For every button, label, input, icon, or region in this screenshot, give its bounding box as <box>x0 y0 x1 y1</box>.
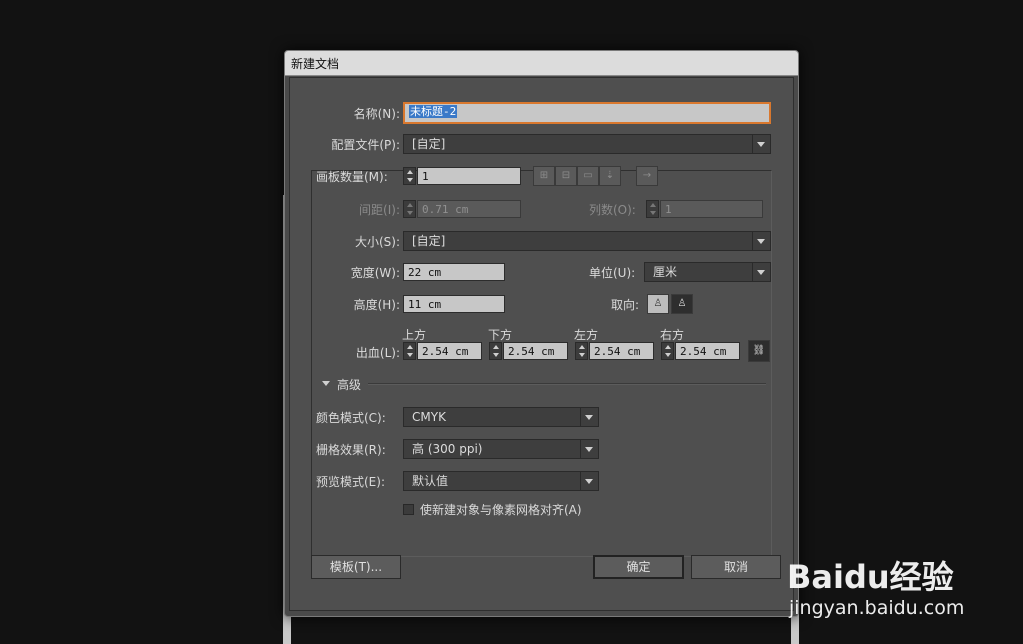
size-select[interactable]: [自定] <box>403 231 771 251</box>
portrait-orientation-icon[interactable]: ♙ <box>647 294 669 314</box>
columns-label: 列数(O): <box>589 203 636 217</box>
bleed-left-stepper[interactable] <box>575 342 588 360</box>
name-input[interactable]: 未标题-2 <box>403 102 771 124</box>
grid-by-column-icon[interactable]: ⊟ <box>555 166 577 186</box>
dialog-title: 新建文档 <box>291 57 340 71</box>
spacing-label: 间距(I): <box>359 203 400 217</box>
bleed-bottom-input[interactable]: 2.54 cm <box>503 342 568 360</box>
bleed-label: 出血(L): <box>355 346 400 360</box>
preview-mode-value: 默认值 <box>412 474 449 488</box>
size-select-value: [自定] <box>412 234 446 248</box>
advanced-section-title[interactable]: 高级 <box>337 376 361 393</box>
artboards-input[interactable]: 1 <box>417 167 521 185</box>
preview-mode-label: 预览模式(E): <box>316 475 385 489</box>
template-button[interactable]: 模板(T)... <box>311 555 401 579</box>
artboards-stepper[interactable] <box>403 167 416 185</box>
color-mode-select[interactable]: CMYK <box>403 407 599 427</box>
preview-mode-select[interactable]: 默认值 <box>403 471 599 491</box>
raster-effects-select[interactable]: 高 (300 ppi) <box>403 439 599 459</box>
height-label: 高度(H): <box>353 298 400 312</box>
baidu-jingyan-logo: Baidu经验 <box>787 558 954 596</box>
chevron-down-icon <box>580 408 598 426</box>
bleed-right-label: 右方 <box>660 328 685 342</box>
chevron-down-icon <box>752 232 770 250</box>
bleed-top-stepper[interactable] <box>403 342 416 360</box>
ok-button[interactable]: 确定 <box>593 555 684 579</box>
arrange-by-row-icon[interactable]: ▭ <box>577 166 599 186</box>
arrange-by-column-icon[interactable]: ⇣ <box>599 166 621 186</box>
units-select[interactable]: 厘米 <box>644 262 771 282</box>
profile-select-value: [自定] <box>412 137 446 151</box>
chevron-down-icon <box>580 440 598 458</box>
bleed-top-input[interactable]: 2.54 cm <box>417 342 482 360</box>
units-label: 单位(U): <box>589 266 636 280</box>
advanced-divider <box>368 383 766 385</box>
new-document-dialog: 新建文档 名称(N): 未标题-2 配置文件(P): [自定] 画板数量(M):… <box>284 50 799 617</box>
bleed-left-input[interactable]: 2.54 cm <box>589 342 654 360</box>
name-input-value: 未标题-2 <box>409 105 458 118</box>
dialog-body: 名称(N): 未标题-2 配置文件(P): [自定] 画板数量(M): 1 ⊞ … <box>289 77 794 611</box>
bleed-top-label: 上方 <box>402 328 427 342</box>
landscape-orientation-icon[interactable]: ♙ <box>671 294 693 314</box>
columns-input[interactable]: 1 <box>660 200 763 218</box>
bleed-left-label: 左方 <box>574 328 599 342</box>
chevron-down-icon <box>752 263 770 281</box>
width-input[interactable]: 22 cm <box>403 263 505 281</box>
color-mode-label: 颜色模式(C): <box>316 411 386 425</box>
raster-effects-label: 栅格效果(R): <box>316 443 386 457</box>
name-label: 名称(N): <box>353 107 400 121</box>
align-pixel-grid-checkbox[interactable] <box>403 504 414 515</box>
document-settings-group <box>311 170 772 557</box>
units-select-value: 厘米 <box>653 265 678 279</box>
align-pixel-grid-label[interactable]: 使新建对象与像素网格对齐(A) <box>420 501 582 518</box>
color-mode-value: CMYK <box>412 410 446 424</box>
height-input[interactable]: 11 cm <box>403 295 505 313</box>
expand-triangle-icon[interactable] <box>322 381 330 386</box>
cancel-button[interactable]: 取消 <box>691 555 781 579</box>
orientation-label: 取向: <box>611 298 640 312</box>
right-to-left-icon[interactable]: → <box>636 166 658 186</box>
chevron-down-icon <box>752 135 770 153</box>
chevron-down-icon <box>580 472 598 490</box>
columns-stepper[interactable] <box>646 200 659 218</box>
width-label: 宽度(W): <box>350 266 400 280</box>
watermark-url: jingyan.baidu.com <box>789 597 965 619</box>
spacing-stepper[interactable] <box>403 200 416 218</box>
dialog-titlebar[interactable]: 新建文档 <box>285 51 798 76</box>
artboards-label: 画板数量(M): <box>316 170 388 184</box>
bleed-bottom-label: 下方 <box>488 328 513 342</box>
spacing-input[interactable]: 0.71 cm <box>417 200 521 218</box>
profile-select[interactable]: [自定] <box>403 134 771 154</box>
raster-effects-value: 高 (300 ppi) <box>412 442 483 456</box>
bleed-right-input[interactable]: 2.54 cm <box>675 342 740 360</box>
link-icon[interactable]: ⛓ <box>748 340 770 362</box>
grid-by-row-icon[interactable]: ⊞ <box>533 166 555 186</box>
bleed-bottom-stepper[interactable] <box>489 342 502 360</box>
profile-label: 配置文件(P): <box>331 138 400 152</box>
size-label: 大小(S): <box>354 235 400 249</box>
bleed-right-stepper[interactable] <box>661 342 674 360</box>
